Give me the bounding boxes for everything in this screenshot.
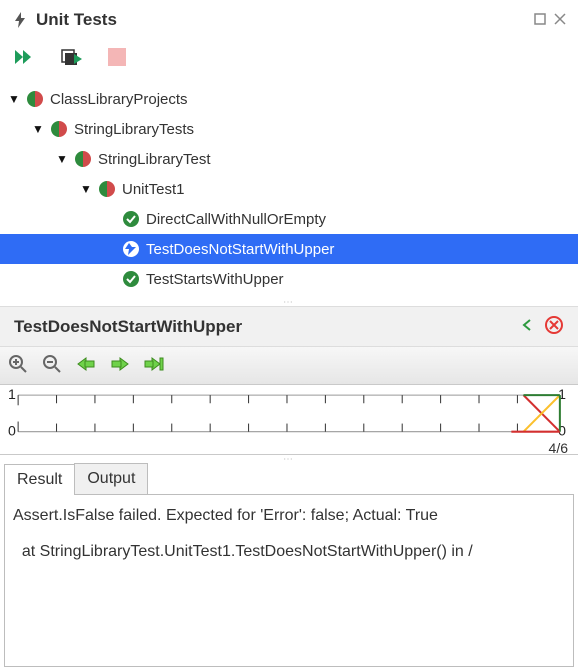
tab-result[interactable]: Result bbox=[4, 464, 75, 495]
tree-item-StringLibraryTests[interactable]: ▼ StringLibraryTests bbox=[0, 114, 578, 144]
stack-line: at StringLibraryTest.UnitTest1.TestDoesN… bbox=[13, 539, 565, 565]
partial-icon bbox=[50, 120, 68, 138]
tree-item-label: UnitTest1 bbox=[122, 181, 185, 198]
selected-test-name: TestDoesNotStartWithUpper bbox=[14, 317, 510, 337]
tree-item-label: ClassLibraryProjects bbox=[50, 91, 188, 108]
splitter-horizontal-2[interactable]: ⋯ bbox=[0, 455, 578, 463]
test-tree: ▼ ClassLibraryProjects ▼ StringLibraryTests… bbox=[0, 80, 578, 298]
result-tabs: Result Output bbox=[4, 463, 574, 495]
fail-icon bbox=[122, 240, 140, 258]
chart-counter: 4/6 bbox=[549, 440, 568, 456]
tree-item-label: StringLibraryTest bbox=[98, 151, 211, 168]
nav-forward-icon[interactable] bbox=[110, 356, 130, 375]
undock-icon[interactable] bbox=[534, 12, 546, 28]
close-icon[interactable] bbox=[554, 12, 566, 28]
tree-item-label: DirectCallWithNullOrEmpty bbox=[146, 211, 326, 228]
svg-text:0: 0 bbox=[8, 424, 16, 440]
run-selected-icon[interactable] bbox=[60, 48, 84, 66]
expand-arrow-icon[interactable]: ▼ bbox=[56, 152, 68, 166]
pass-icon bbox=[122, 270, 140, 288]
tab-output[interactable]: Output bbox=[74, 463, 148, 494]
expand-arrow-icon[interactable]: ▼ bbox=[8, 92, 20, 106]
tree-item-TestDoesNotStartWithUpper[interactable]: TestDoesNotStartWithUpper bbox=[0, 234, 578, 264]
prev-failure-icon[interactable] bbox=[520, 318, 534, 335]
result-line: Assert.IsFalse failed. Expected for 'Err… bbox=[13, 503, 565, 529]
partial-icon bbox=[74, 150, 92, 168]
panel-title: Unit Tests bbox=[36, 10, 117, 30]
tree-item-TestStartsWithUpper[interactable]: TestStartsWithUpper bbox=[0, 264, 578, 294]
lightning-icon bbox=[12, 12, 28, 28]
splitter-horizontal[interactable]: ⋯ bbox=[0, 298, 578, 306]
tree-item-label: StringLibraryTests bbox=[74, 121, 194, 138]
partial-icon bbox=[98, 180, 116, 198]
tree-item-ClassLibraryProjects[interactable]: ▼ ClassLibraryProjects bbox=[0, 84, 578, 114]
nav-last-icon[interactable] bbox=[144, 356, 166, 375]
zoom-out-icon[interactable] bbox=[42, 354, 62, 377]
expand-arrow-icon[interactable]: ▼ bbox=[32, 122, 44, 136]
nav-back-icon[interactable] bbox=[76, 356, 96, 375]
toolbar bbox=[0, 38, 578, 80]
fail-indicator-icon bbox=[544, 315, 564, 338]
run-all-icon[interactable] bbox=[14, 48, 36, 66]
partial-icon bbox=[26, 90, 44, 108]
tree-item-label: TestDoesNotStartWithUpper bbox=[146, 241, 334, 258]
zoom-in-icon[interactable] bbox=[8, 354, 28, 377]
history-chart[interactable]: 1 1 0 0 4/6 bbox=[0, 385, 578, 455]
history-toolbar bbox=[0, 347, 578, 385]
tree-item-StringLibraryTest[interactable]: ▼ StringLibraryTest bbox=[0, 144, 578, 174]
tree-item-UnitTest1[interactable]: ▼ UnitTest1 bbox=[0, 174, 578, 204]
y-tick-1: 1 bbox=[8, 387, 16, 403]
result-pane: Assert.IsFalse failed. Expected for 'Err… bbox=[4, 495, 574, 667]
panel-titlebar: Unit Tests bbox=[0, 0, 578, 38]
expand-arrow-icon[interactable]: ▼ bbox=[80, 182, 92, 196]
tree-item-label: TestStartsWithUpper bbox=[146, 271, 284, 288]
tree-item-DirectCallWithNullOrEmpty[interactable]: DirectCallWithNullOrEmpty bbox=[0, 204, 578, 234]
stop-button-icon[interactable] bbox=[108, 48, 126, 66]
pass-icon bbox=[122, 210, 140, 228]
detail-header: TestDoesNotStartWithUpper bbox=[0, 306, 578, 347]
